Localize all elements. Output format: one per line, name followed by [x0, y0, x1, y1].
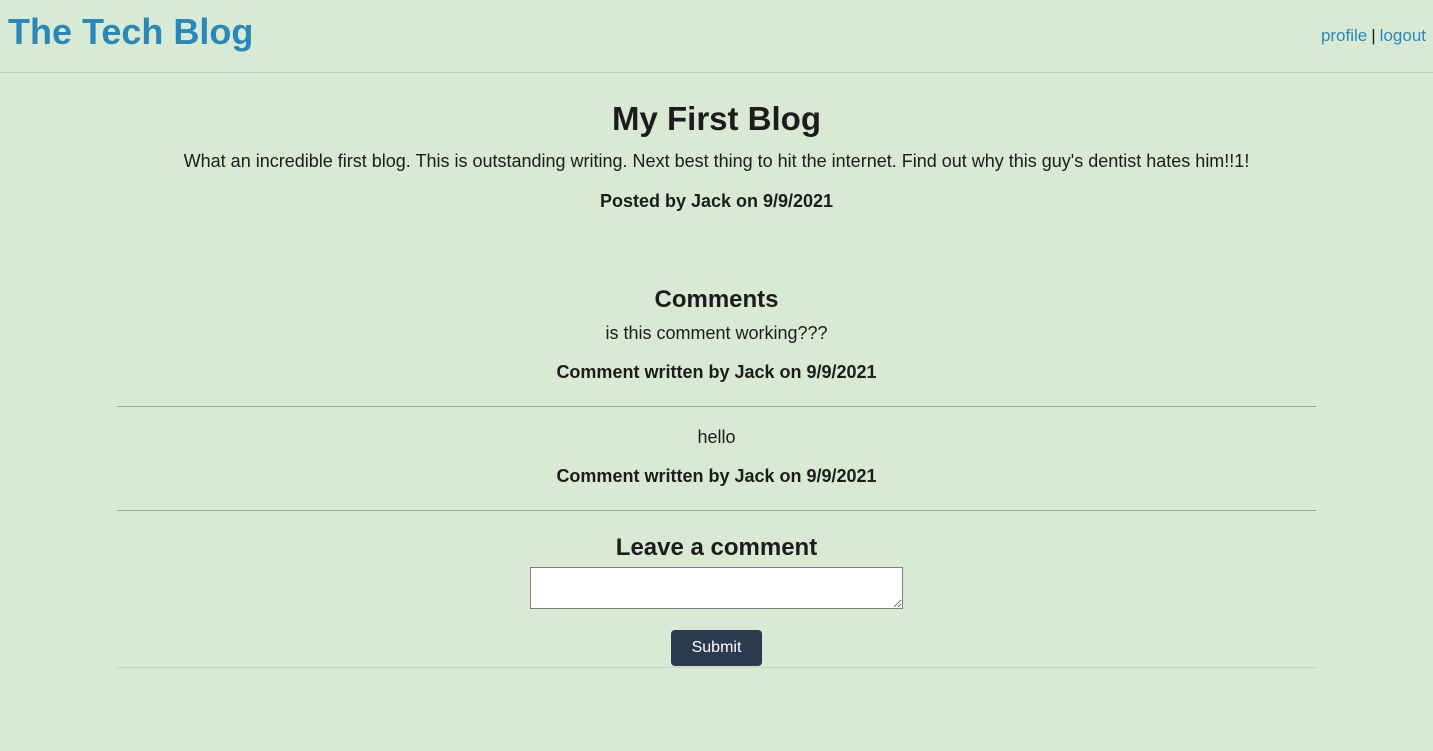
leave-comment-heading: Leave a comment — [615, 533, 818, 561]
nav-separator: | — [1371, 26, 1376, 45]
comment-form: Leave a comment Submit — [117, 511, 1316, 668]
comment-meta: Comment written by Jack on 9/9/2021 — [556, 362, 877, 383]
comment-text: is this comment working??? — [605, 322, 828, 343]
post-meta: Posted by Jack on 9/9/2021 — [599, 190, 834, 211]
comments-section: Comments is this comment working??? Comm… — [117, 286, 1316, 668]
post-body: What an incredible first blog. This is o… — [183, 151, 1250, 172]
blog-post: My First Blog What an incredible first b… — [0, 100, 1433, 212]
site-header: The Tech Blog profile | logout — [0, 0, 1433, 73]
site-title-link[interactable]: The Tech Blog — [8, 12, 253, 52]
comment-text: hello — [697, 426, 736, 447]
logout-link[interactable]: logout — [1380, 26, 1426, 45]
post-title: My First Blog — [611, 100, 821, 137]
comment-input[interactable] — [530, 566, 903, 609]
submit-button[interactable]: Submit — [671, 629, 762, 666]
comment-meta: Comment written by Jack on 9/9/2021 — [556, 466, 877, 487]
profile-link[interactable]: profile — [1321, 26, 1367, 45]
top-nav: profile | logout — [1321, 26, 1426, 46]
comment-item: hello Comment written by Jack on 9/9/202… — [117, 407, 1316, 511]
